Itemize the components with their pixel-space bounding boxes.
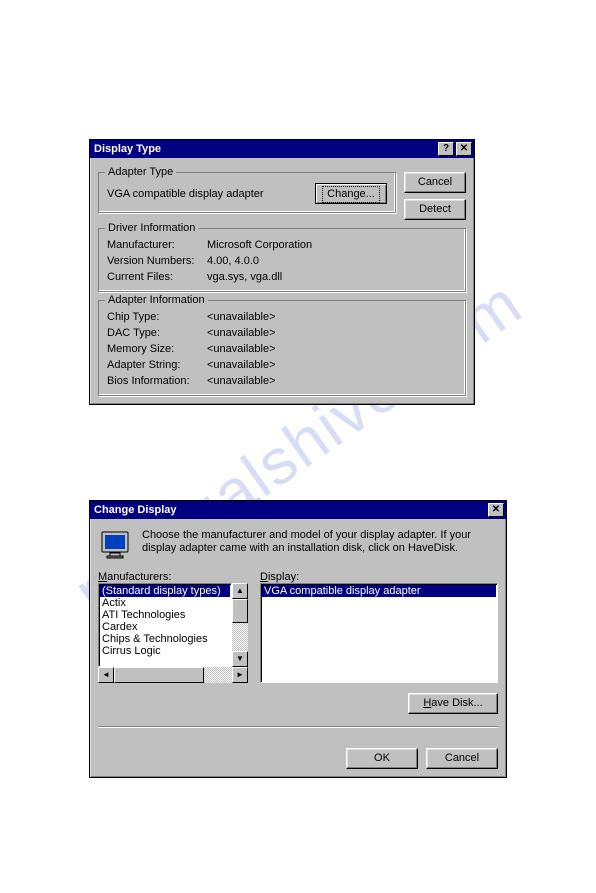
files-value: vga.sys, vga.dll	[207, 271, 282, 283]
scroll-up-icon[interactable]: ▲	[232, 583, 248, 599]
list-item[interactable]: Actix	[100, 597, 230, 609]
titlebar[interactable]: Change Display ✕	[90, 501, 506, 519]
monitor-icon	[100, 529, 132, 561]
help-icon[interactable]: ?	[438, 142, 454, 156]
display-listbox[interactable]: VGA compatible display adapter	[260, 583, 498, 683]
files-label: Current Files:	[107, 271, 207, 283]
change-button[interactable]: Change...	[315, 183, 387, 204]
titlebar[interactable]: Display Type ? ✕	[90, 140, 474, 158]
driver-info-group: Driver Information Manufacturer:Microsof…	[98, 228, 466, 292]
manufacturers-label: Manufacturers:	[98, 571, 248, 583]
scroll-down-icon[interactable]: ▼	[232, 651, 248, 667]
adapter-string-value: <unavailable>	[207, 359, 276, 371]
chip-type-value: <unavailable>	[207, 311, 276, 323]
adapter-type-group: Adapter Type VGA compatible display adap…	[98, 172, 396, 213]
dialog-title: Change Display	[94, 504, 486, 516]
memory-size-value: <unavailable>	[207, 343, 276, 355]
manufacturers-listbox[interactable]: (Standard display types)ActixATI Technol…	[98, 583, 232, 667]
manufacturer-label: Manufacturer:	[107, 239, 207, 251]
manufacturer-value: Microsoft Corporation	[207, 239, 312, 251]
bios-info-label: Bios Information:	[107, 375, 207, 387]
list-item[interactable]: VGA compatible display adapter	[262, 585, 496, 597]
group-title: Adapter Information	[105, 294, 208, 306]
separator	[98, 726, 498, 728]
bios-info-value: <unavailable>	[207, 375, 276, 387]
dac-type-value: <unavailable>	[207, 327, 276, 339]
ok-button[interactable]: OK	[346, 748, 418, 769]
close-icon[interactable]: ✕	[456, 142, 472, 156]
list-item[interactable]: Cirrus Logic	[100, 645, 230, 657]
group-title: Adapter Type	[105, 166, 176, 178]
chip-type-label: Chip Type:	[107, 311, 207, 323]
adapter-type-text: VGA compatible display adapter	[107, 188, 315, 200]
intro-text: Choose the manufacturer and model of you…	[142, 529, 496, 561]
scrollbar-horizontal[interactable]: ◄ ►	[98, 667, 248, 683]
dialog-title: Display Type	[94, 143, 436, 155]
list-item[interactable]: (Standard display types)	[100, 585, 230, 597]
display-label: Display:	[260, 571, 498, 583]
detect-button[interactable]: Detect	[404, 199, 466, 220]
display-type-dialog: Display Type ? ✕ Adapter Type VGA compat…	[89, 139, 475, 405]
version-value: 4.00, 4.0.0	[207, 255, 259, 267]
scroll-left-icon[interactable]: ◄	[98, 667, 114, 683]
adapter-string-label: Adapter String:	[107, 359, 207, 371]
scrollbar-vertical[interactable]: ▲ ▼	[232, 583, 248, 667]
list-item[interactable]: Cardex	[100, 621, 230, 633]
adapter-info-group: Adapter Information Chip Type:<unavailab…	[98, 300, 466, 396]
group-title: Driver Information	[105, 222, 198, 234]
scroll-right-icon[interactable]: ►	[232, 667, 248, 683]
list-item[interactable]: Chips & Technologies	[100, 633, 230, 645]
cancel-button[interactable]: Cancel	[404, 172, 466, 193]
have-disk-button[interactable]: Have Disk...	[408, 693, 498, 714]
list-item[interactable]: ATI Technologies	[100, 609, 230, 621]
close-icon[interactable]: ✕	[488, 503, 504, 517]
cancel-button[interactable]: Cancel	[426, 748, 498, 769]
change-display-dialog: Change Display ✕ Choose the manufacturer…	[89, 500, 507, 778]
version-label: Version Numbers:	[107, 255, 207, 267]
memory-size-label: Memory Size:	[107, 343, 207, 355]
dac-type-label: DAC Type:	[107, 327, 207, 339]
